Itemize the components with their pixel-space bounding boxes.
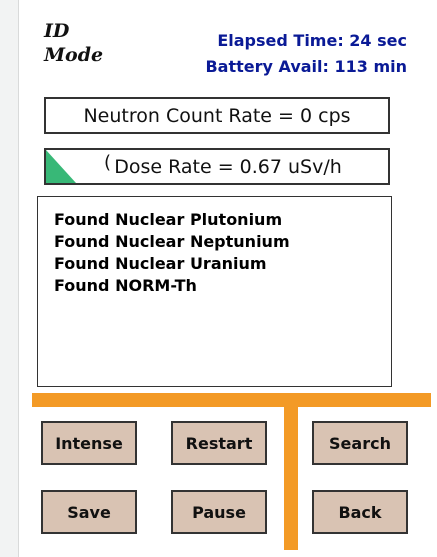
battery-available: Battery Avail: 113 min <box>205 57 407 76</box>
orange-divider-horizontal <box>32 393 431 407</box>
restart-button[interactable]: Restart <box>171 421 267 465</box>
intense-button[interactable]: Intense <box>41 421 137 465</box>
save-button[interactable]: Save <box>41 490 137 534</box>
dose-gauge-icon <box>46 150 76 183</box>
back-button[interactable]: Back <box>312 490 408 534</box>
orange-divider-vertical <box>284 393 298 550</box>
search-button[interactable]: Search <box>312 421 408 465</box>
dose-rate-box: ( Dose Rate = 0.67 uSv/h <box>44 148 390 185</box>
results-list: Found Nuclear Plutonium Found Nuclear Ne… <box>37 196 392 387</box>
pause-button[interactable]: Pause <box>171 490 267 534</box>
neutron-count-rate: Neutron Count Rate = 0 cps <box>83 104 351 127</box>
result-item: Found Nuclear Neptunium <box>54 232 290 251</box>
result-item: Found Nuclear Uranium <box>54 254 267 273</box>
mode-label-line1: ID <box>44 20 70 42</box>
dose-arc-icon: ( <box>104 152 112 173</box>
mode-label-line2: Mode <box>44 44 104 66</box>
dose-rate: Dose Rate = 0.67 uSv/h <box>114 155 342 178</box>
neutron-count-rate-box: Neutron Count Rate = 0 cps <box>44 97 390 134</box>
result-item: Found Nuclear Plutonium <box>54 210 283 229</box>
elapsed-time: Elapsed Time: 24 sec <box>217 31 407 50</box>
result-item: Found NORM-Th <box>54 276 197 295</box>
